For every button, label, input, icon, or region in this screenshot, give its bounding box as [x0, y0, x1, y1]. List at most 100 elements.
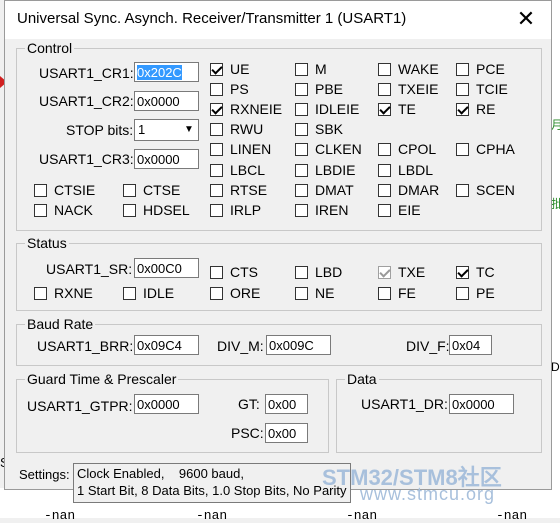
checkbox-box[interactable] [210, 287, 223, 300]
eie-checkbox[interactable]: EIE [378, 201, 421, 219]
checkbox-box[interactable] [378, 287, 391, 300]
tcie-checkbox[interactable]: TCIE [456, 80, 508, 98]
close-icon[interactable]: ✕ [513, 6, 539, 32]
cts-checkbox[interactable]: CTS [210, 263, 258, 281]
checkbox-box[interactable] [295, 123, 308, 136]
checkbox-box[interactable] [123, 184, 136, 197]
idle-checkbox[interactable]: IDLE [123, 284, 174, 302]
pe-checkbox[interactable]: PE [456, 284, 495, 302]
divf-field[interactable]: 0x04 [449, 335, 492, 355]
cr2-field[interactable]: 0x0000 [134, 91, 199, 111]
checkbox-box[interactable] [210, 143, 223, 156]
ctsie-checkbox[interactable]: CTSIE [34, 181, 95, 199]
checkbox-box[interactable] [295, 184, 308, 197]
tc-checkbox[interactable]: TC [456, 263, 495, 281]
idleie-checkbox[interactable]: IDLEIE [295, 100, 359, 118]
checkbox-box[interactable] [210, 63, 223, 76]
rxne-checkbox[interactable]: RXNE [34, 284, 93, 302]
checkbox-box[interactable] [456, 63, 469, 76]
checkbox-box[interactable] [295, 287, 308, 300]
psc-field[interactable]: 0x00 [265, 423, 308, 443]
cpol-checkbox[interactable]: CPOL [378, 140, 436, 158]
checkbox-box[interactable] [210, 123, 223, 136]
usart1-dialog: Universal Sync. Asynch. Receiver/Transmi… [4, 0, 552, 490]
lbdie-checkbox[interactable]: LBDIE [295, 161, 355, 179]
dmat-checkbox[interactable]: DMAT [295, 181, 354, 199]
checkbox-box[interactable] [295, 63, 308, 76]
checkbox-box[interactable] [456, 83, 469, 96]
status-group-label: Status [25, 235, 69, 251]
pbe-checkbox[interactable]: PBE [295, 80, 343, 98]
stop-bits-value: 1 [138, 122, 146, 137]
checkbox-box[interactable] [456, 266, 469, 279]
checkbox-box[interactable] [378, 83, 391, 96]
wake-checkbox[interactable]: WAKE [378, 60, 439, 78]
divm-field[interactable]: 0x009C [266, 335, 331, 355]
stop-bits-select[interactable]: 1 ▼ [134, 119, 199, 141]
checkbox-box[interactable] [123, 204, 136, 217]
checkbox-box[interactable] [210, 103, 223, 116]
fe-checkbox[interactable]: FE [378, 284, 416, 302]
checkbox-box[interactable] [210, 184, 223, 197]
checkbox-box[interactable] [295, 266, 308, 279]
gtpr-field[interactable]: 0x0000 [134, 394, 199, 414]
checkbox-box[interactable] [295, 103, 308, 116]
iren-checkbox[interactable]: IREN [295, 201, 348, 219]
checkbox-box[interactable] [378, 204, 391, 217]
lbcl-checkbox[interactable]: LBCL [210, 161, 265, 179]
hdsel-checkbox[interactable]: HDSEL [123, 201, 190, 219]
checkbox-box[interactable] [210, 204, 223, 217]
cr3-field[interactable]: 0x0000 [134, 149, 199, 169]
title-bar[interactable]: Universal Sync. Asynch. Receiver/Transmi… [5, 1, 551, 39]
checkbox-box[interactable] [210, 164, 223, 177]
checkbox-box[interactable] [123, 287, 136, 300]
rxneie-checkbox[interactable]: RXNEIE [210, 100, 282, 118]
checkbox-box[interactable] [295, 204, 308, 217]
scen-checkbox[interactable]: SCEN [456, 181, 515, 199]
m-checkbox[interactable]: M [295, 60, 327, 78]
txeie-checkbox[interactable]: TXEIE [378, 80, 438, 98]
checkbox-box[interactable] [378, 103, 391, 116]
pce-checkbox[interactable]: PCE [456, 60, 505, 78]
checkbox-box[interactable] [34, 204, 47, 217]
lbdl-checkbox[interactable]: LBDL [378, 161, 433, 179]
checkbox-box[interactable] [295, 83, 308, 96]
chevron-down-icon[interactable]: ▼ [180, 120, 198, 140]
irlp-checkbox[interactable]: IRLP [210, 201, 261, 219]
checkbox-box[interactable] [210, 83, 223, 96]
checkbox-box[interactable] [378, 164, 391, 177]
checkbox-box[interactable] [456, 143, 469, 156]
dmar-checkbox[interactable]: DMAR [378, 181, 439, 199]
checkbox-box[interactable] [210, 266, 223, 279]
ctse-checkbox[interactable]: CTSE [123, 181, 180, 199]
gt-field[interactable]: 0x00 [265, 394, 308, 414]
checkbox-box[interactable] [34, 184, 47, 197]
checkbox-box[interactable] [295, 143, 308, 156]
te-checkbox[interactable]: TE [378, 100, 416, 118]
checkbox-box[interactable] [456, 287, 469, 300]
lbd-checkbox[interactable]: LBD [295, 263, 342, 281]
sr-field[interactable]: 0x00C0 [134, 258, 199, 278]
nack-checkbox[interactable]: NACK [34, 201, 93, 219]
cpha-checkbox[interactable]: CPHA [456, 140, 515, 158]
dr-field[interactable]: 0x0000 [449, 394, 514, 414]
checkbox-box[interactable] [295, 164, 308, 177]
cr1-field[interactable]: 0x202C [134, 62, 199, 82]
checkbox-box[interactable] [34, 287, 47, 300]
rwu-checkbox[interactable]: RWU [210, 120, 263, 138]
ue-checkbox[interactable]: UE [210, 60, 249, 78]
checkbox-box[interactable] [456, 184, 469, 197]
sbk-checkbox[interactable]: SBK [295, 120, 343, 138]
ps-checkbox[interactable]: PS [210, 80, 249, 98]
re-checkbox[interactable]: RE [456, 100, 495, 118]
checkbox-box[interactable] [456, 103, 469, 116]
checkbox-box[interactable] [378, 63, 391, 76]
checkbox-box[interactable] [378, 184, 391, 197]
brr-field[interactable]: 0x09C4 [134, 335, 199, 355]
checkbox-box[interactable] [378, 143, 391, 156]
clken-checkbox[interactable]: CLKEN [295, 140, 362, 158]
linen-checkbox[interactable]: LINEN [210, 140, 271, 158]
rtse-checkbox[interactable]: RTSE [210, 181, 267, 199]
ore-checkbox[interactable]: ORE [210, 284, 260, 302]
ne-checkbox[interactable]: NE [295, 284, 334, 302]
